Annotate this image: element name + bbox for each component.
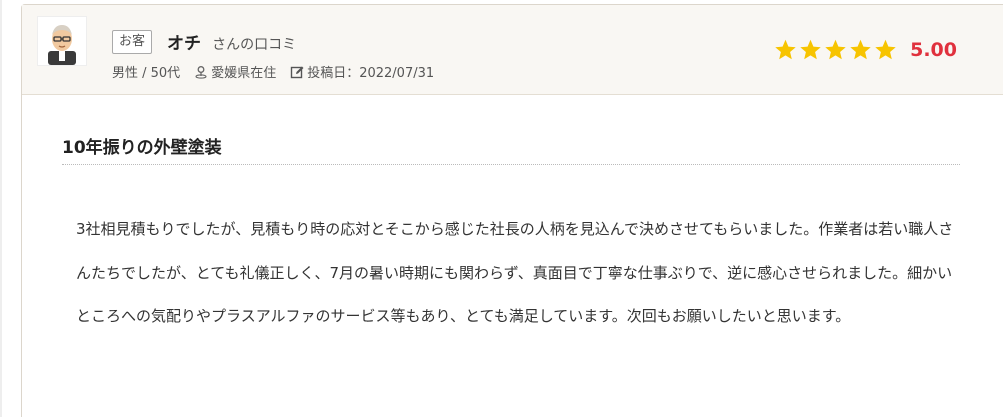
reviewer-avatar [37, 16, 87, 66]
avatar-illustration [48, 25, 76, 65]
star-icon [800, 39, 821, 60]
reviewer-name-suffix: さんの口コミ [212, 37, 297, 53]
review-posted-date: 投稿日：2022/07/31 [290, 62, 434, 81]
star-icon [850, 39, 871, 60]
star-icon [825, 39, 846, 60]
rating-stars [773, 38, 898, 62]
reviewer-meta: 男性 / 50代 愛媛県在住 投稿日：2022/07/31 [112, 62, 448, 81]
posted-date-text: 投稿日：2022/07/31 [307, 66, 435, 81]
review-body: 3社相見積もりでしたが、見積もり時の応対とそこから感じた社長の人柄を見込んで決め… [76, 220, 954, 325]
reviewer-location: 愛媛県在住 [194, 62, 276, 81]
page-left-rule [0, 0, 2, 417]
star-icon [775, 39, 796, 60]
review-card: お客 オチ さんの口コミ 男性 / 50代 愛媛県在住 投稿日：2022/07/… [21, 4, 1003, 417]
customer-badge: お客 [112, 30, 153, 54]
review-title: 10年振りの外壁塗装 [62, 133, 960, 165]
edit-icon [291, 66, 304, 78]
reviewer-name: オチ [167, 34, 201, 54]
location-text: 愛媛県在住 [211, 66, 277, 81]
review-rating: 5.00 [773, 38, 957, 62]
rating-score: 5.00 [910, 39, 957, 61]
reviewer-name-line: オチ さんの口コミ [167, 29, 296, 54]
gender-age-text: 男性 / 50代 [112, 66, 181, 81]
review-header: お客 オチ さんの口コミ 男性 / 50代 愛媛県在住 投稿日：2022/07/… [22, 5, 1003, 95]
star-icon [875, 39, 896, 60]
map-pin-icon [195, 65, 207, 79]
reviewer-gender-age: 男性 / 50代 [112, 62, 180, 81]
